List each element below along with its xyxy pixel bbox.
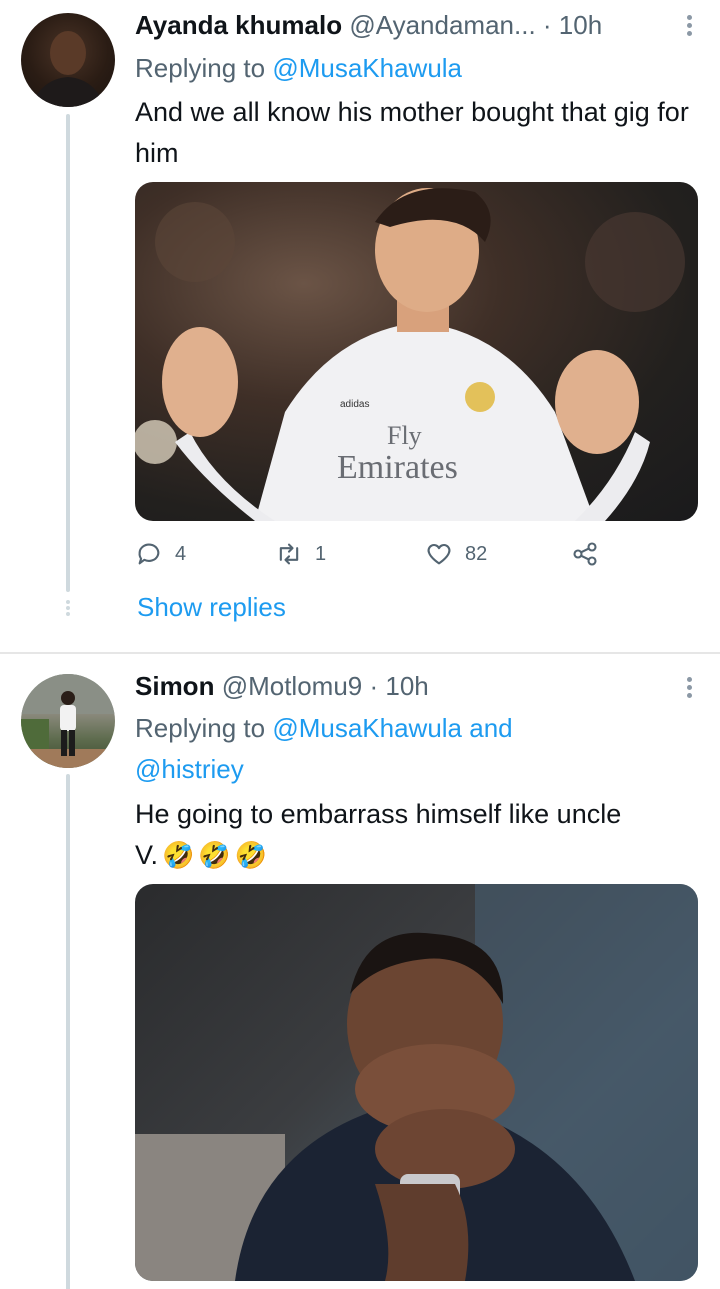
thread-line <box>66 774 70 1289</box>
replying-to: Replying to @MusaKhawula and @histriey <box>135 708 695 790</box>
like-count: 82 <box>465 542 488 565</box>
share-icon <box>573 542 597 566</box>
reply-button[interactable]: 4 <box>135 540 186 568</box>
more-vertical-icon[interactable] <box>686 12 692 38</box>
tweet-text: He going to embarrass himself like uncle… <box>135 794 695 876</box>
retweet-count: 1 <box>315 542 327 565</box>
tweet-photo[interactable]: adidas Fly Emirates <box>135 182 698 521</box>
tweet-photo[interactable] <box>135 884 698 1281</box>
tweet-text-line: He going to embarrass himself like uncle <box>135 799 622 829</box>
tweet-header: Simon @Motlomu9 · 10h <box>135 671 429 702</box>
mention-link[interactable]: @MusaKhawula <box>272 53 462 83</box>
timestamp[interactable]: · 10h <box>369 671 428 701</box>
author-handle[interactable]: @Ayandaman... <box>349 10 535 40</box>
author-name[interactable]: Simon <box>135 671 214 701</box>
share-button[interactable] <box>571 540 599 568</box>
author-handle[interactable]: @Motlomu9 <box>222 671 363 701</box>
rolling-laughing-emoji-icon: 🤣 <box>198 840 231 870</box>
timestamp[interactable]: · 10h <box>543 10 602 40</box>
retweet-icon <box>279 543 299 565</box>
shirt-sponsor-line2: Emirates <box>337 449 458 486</box>
avatar[interactable] <box>21 674 115 768</box>
rolling-laughing-emoji-icon: 🤣 <box>162 840 195 870</box>
reply-count: 4 <box>175 542 187 565</box>
mention-link[interactable]: @MusaKhawula and <box>272 713 512 743</box>
tweet[interactable]: Simon @Motlomu9 · 10h Replying to @MusaK… <box>0 652 720 1289</box>
tweet-actions: 4 1 82 <box>135 540 615 574</box>
tweet-text: And we all know his mother bought that g… <box>135 97 689 168</box>
thread-dots-icon <box>64 598 72 618</box>
avatar[interactable] <box>21 13 115 107</box>
like-button[interactable]: 82 <box>425 540 487 568</box>
author-name[interactable]: Ayanda khumalo <box>135 10 342 40</box>
tweet-header: Ayanda khumalo @Ayandaman... · 10h <box>135 10 602 41</box>
tweet[interactable]: Ayanda khumalo @Ayandaman... · 10h Reply… <box>0 0 720 652</box>
retweet-button[interactable]: 1 <box>275 540 326 568</box>
shirt-brand: adidas <box>340 399 369 410</box>
more-vertical-icon[interactable] <box>686 674 692 700</box>
replying-prefix: Replying to <box>135 713 273 743</box>
replying-prefix: Replying to <box>135 53 273 83</box>
reply-icon <box>138 543 160 565</box>
thread-line <box>66 114 70 592</box>
rolling-laughing-emoji-icon: 🤣 <box>234 840 268 870</box>
tweet-text-line: V. <box>135 840 159 870</box>
shirt-sponsor-line1: Fly <box>387 421 422 450</box>
heart-icon <box>427 543 451 565</box>
replying-to: Replying to @MusaKhawula <box>135 48 695 89</box>
show-replies-link[interactable]: Show replies <box>137 592 286 623</box>
mention-link[interactable]: @histriey <box>135 754 244 784</box>
